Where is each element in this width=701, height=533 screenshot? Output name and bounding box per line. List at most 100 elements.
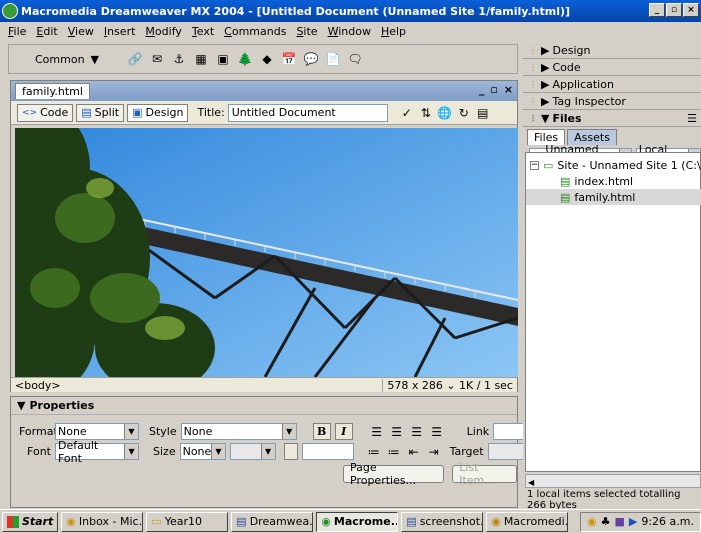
- outdent-icon[interactable]: ⇤: [406, 444, 422, 460]
- size-label: Size: [153, 445, 176, 458]
- tray-icon-2[interactable]: ♣: [601, 515, 611, 528]
- dreamweaver-window: Macromedia Dreamweaver MX 2004 - [Untitl…: [0, 0, 701, 511]
- justify-icon[interactable]: ☰: [429, 424, 445, 440]
- list-item-button[interactable]: List Item...: [452, 461, 517, 487]
- menu-help[interactable]: Help: [376, 25, 411, 38]
- design-view-button[interactable]: ▣ Design: [127, 103, 189, 122]
- dropdown-arrow-icon: ▼: [281, 424, 296, 439]
- font-label: Font: [27, 445, 51, 458]
- properties-header[interactable]: ▼ Properties: [11, 397, 517, 415]
- italic-button[interactable]: I: [334, 423, 353, 440]
- site-folder-icon: ▭: [543, 158, 554, 172]
- menu-edit[interactable]: Edit: [31, 25, 62, 38]
- preview-browser-icon[interactable]: 🌐: [437, 105, 453, 121]
- menu-text[interactable]: Text: [187, 25, 219, 38]
- doc-restore-button[interactable]: ▫: [490, 83, 497, 96]
- browser-check-icon[interactable]: ✓: [399, 105, 415, 121]
- close-button[interactable]: ×: [683, 3, 699, 17]
- refresh-design-icon[interactable]: ↻: [456, 105, 472, 121]
- doc-minimize-button[interactable]: _: [479, 83, 485, 96]
- taskbar-macromedia-active[interactable]: ◉ Macrome...: [316, 511, 399, 532]
- insert-category-select[interactable]: Common ▼: [35, 53, 115, 66]
- grip-icon: ⋮: [529, 62, 537, 72]
- bridge-photo: [15, 128, 518, 377]
- taskbar-dreamweaver-doc[interactable]: ▤ Dreamwea...: [231, 511, 314, 532]
- grip-icon: ⋮: [529, 79, 537, 89]
- align-center-icon[interactable]: ☰: [389, 424, 405, 440]
- document-tab[interactable]: family.html: [15, 83, 90, 99]
- align-left-icon[interactable]: ☰: [369, 424, 385, 440]
- bold-button[interactable]: B: [312, 423, 331, 440]
- taskbar-inbox[interactable]: ◉ Inbox - Mic...: [61, 511, 144, 532]
- unordered-list-icon[interactable]: ≔: [366, 444, 382, 460]
- grip-icon: ⋮: [529, 96, 537, 106]
- dropdown-arrow-icon: ▼: [124, 444, 138, 459]
- expand-arrow-icon: ▶: [541, 94, 550, 108]
- doc-close-button[interactable]: ×: [504, 83, 513, 96]
- align-right-icon[interactable]: ☰: [409, 424, 425, 440]
- right-panel-dock: ⋮ ▶ Design ⋮ ▶ Code ⋮ ▶ Application ⋮ ▶ …: [523, 42, 701, 511]
- images-icon[interactable]: 🌲: [237, 51, 253, 67]
- panel-design[interactable]: ⋮ ▶ Design: [523, 42, 701, 59]
- expand-arrow-icon: ▶: [541, 77, 550, 91]
- size-unit-select[interactable]: ▼: [229, 443, 276, 460]
- tray-icon-4[interactable]: ▶: [629, 515, 637, 528]
- table-icon[interactable]: ▦: [193, 51, 209, 67]
- minimize-button[interactable]: _: [649, 3, 665, 17]
- date-icon[interactable]: 📅: [281, 51, 297, 67]
- format-select[interactable]: None ▼: [55, 423, 139, 440]
- grip-icon: ⋮: [529, 113, 537, 123]
- media-icon[interactable]: ◆: [259, 51, 275, 67]
- font-select[interactable]: Default Font ▼: [55, 439, 139, 465]
- taskbar-year10[interactable]: ▭ Year10: [146, 511, 229, 532]
- document-title-input[interactable]: Untitled Document: [227, 103, 388, 122]
- clock[interactable]: 9:26 a.m.: [641, 515, 694, 528]
- taskbar-macromedia-2[interactable]: ◉ Macromedi...: [486, 511, 569, 532]
- outlook-icon: ◉: [66, 515, 76, 528]
- tray-icon-3[interactable]: ■: [614, 515, 624, 528]
- menu-view[interactable]: View: [63, 25, 99, 38]
- menu-insert[interactable]: Insert: [99, 25, 141, 38]
- tray-icon-1[interactable]: ◉: [587, 515, 597, 528]
- comment-icon[interactable]: 💬: [303, 51, 319, 67]
- size-select[interactable]: None ▼: [179, 443, 226, 460]
- tree-site-root[interactable]: − ▭ Site - Unnamed Site 1 (C:\Docum: [526, 157, 701, 173]
- menu-modify[interactable]: Modify: [140, 25, 186, 38]
- start-button[interactable]: Start: [2, 511, 59, 532]
- email-link-icon[interactable]: ✉: [149, 51, 165, 67]
- panel-code[interactable]: ⋮ ▶ Code: [523, 59, 701, 76]
- indent-icon[interactable]: ⇥: [426, 444, 442, 460]
- taskbar-screenshot[interactable]: ▤ screenshot...: [401, 511, 484, 532]
- layer-icon[interactable]: ▣: [215, 51, 231, 67]
- panel-files[interactable]: ⋮ ▼ Files ☰: [523, 110, 701, 127]
- panel-application[interactable]: ⋮ ▶ Application: [523, 76, 701, 93]
- templates-icon[interactable]: 📄: [325, 51, 341, 67]
- page-properties-button[interactable]: Page Properties...: [343, 461, 445, 487]
- tag-selector-body[interactable]: <body>: [15, 379, 61, 392]
- file-tree: − ▭ Site - Unnamed Site 1 (C:\Docum ▤ in…: [525, 152, 701, 472]
- named-anchor-icon[interactable]: ⚓: [171, 51, 187, 67]
- panel-options-icon[interactable]: ☰: [687, 112, 697, 125]
- file-management-icon[interactable]: ⇅: [418, 105, 434, 121]
- menu-window[interactable]: Window: [323, 25, 376, 38]
- view-options-icon[interactable]: ▤: [475, 105, 491, 121]
- taskbar: Start ◉ Inbox - Mic... ▭ Year10 ▤ Dreamw…: [0, 509, 701, 533]
- tree-file-index[interactable]: ▤ index.html: [526, 173, 701, 189]
- restore-button[interactable]: ▫: [666, 3, 682, 17]
- menu-site[interactable]: Site: [291, 25, 322, 38]
- tag-chooser-icon[interactable]: 🗨: [347, 51, 363, 67]
- text-color-button[interactable]: [283, 443, 298, 460]
- panel-tag-inspector[interactable]: ⋮ ▶ Tag Inspector: [523, 93, 701, 110]
- menu-commands[interactable]: Commands: [219, 25, 291, 38]
- tree-file-family[interactable]: ▤ family.html: [526, 189, 701, 205]
- code-view-button[interactable]: <> Code: [17, 103, 74, 122]
- file-tree-scrollbar[interactable]: ◀: [525, 474, 701, 488]
- window-size-readout[interactable]: 578 x 286 ⌄ 1K / 1 sec: [382, 378, 513, 392]
- design-canvas-image[interactable]: [15, 128, 518, 377]
- menu-file[interactable]: File: [3, 25, 31, 38]
- style-select[interactable]: None ▼: [180, 423, 297, 440]
- ordered-list-icon[interactable]: ≔: [386, 444, 402, 460]
- text-color-input[interactable]: [301, 443, 354, 460]
- split-view-button[interactable]: ▤ Split: [76, 103, 125, 122]
- hyperlink-icon[interactable]: 🔗: [127, 51, 143, 67]
